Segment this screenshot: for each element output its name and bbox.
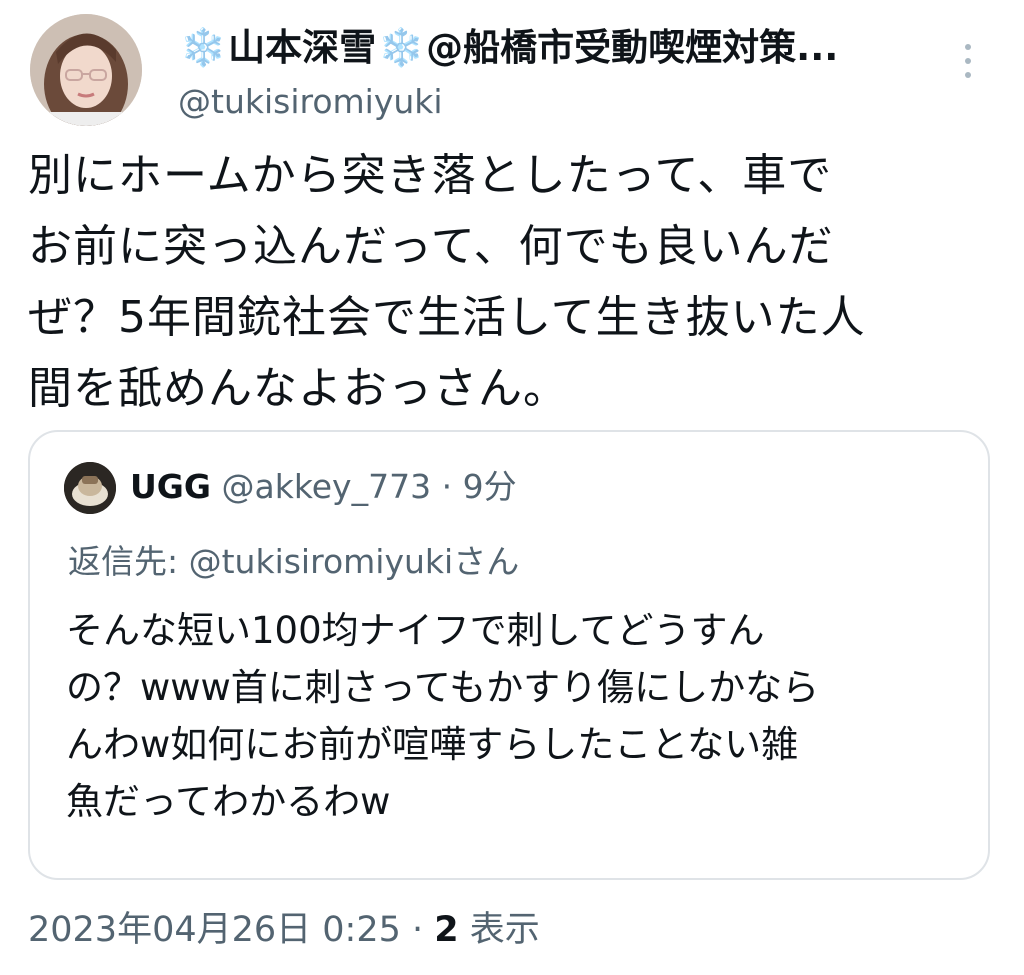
name-ellipsis: ... [796,26,839,69]
more-options-icon[interactable] [960,44,976,84]
reply-suffix: さん [453,542,520,581]
views-label: 表示 [469,910,540,950]
quoted-text: そんな短い100均ナイフで刺してどうすん の？www首に刺さってもかすり傷にしか… [66,609,820,823]
snowflake-icon: ❄️ [378,26,425,69]
separator-dot: · [441,467,453,506]
views-count[interactable]: 2 [434,910,458,950]
reply-prefix: 返信先: [68,542,189,581]
tweet-footer: 2023年04月26日 0:25 · 2 表示 [28,905,540,955]
timestamp[interactable]: 2023年04月26日 0:25 [28,910,401,950]
snowflake-icon: ❄️ [180,26,227,69]
author-name-suffix: @船橋市受動喫煙対策 [426,26,797,69]
author-name: 山本深雪 [228,26,377,69]
tweet-text: 別にホームから突き落としたって、車で お前に突っ込んだって、何でも良いんだ ぜ？… [28,150,866,414]
quoted-author-avatar [64,462,116,514]
quoted-header: UGG @akkey_773 · 9分 [130,460,517,514]
author-avatar[interactable] [30,14,142,126]
separator-dot: · [412,910,424,950]
tweet: ❄️ 山本深雪 ❄️ @船橋市受動喫煙対策 ... @tukisiromiyuk… [0,0,1024,975]
quoted-author-handle[interactable]: @akkey_773 [221,467,431,506]
quoted-author-name[interactable]: UGG [130,467,211,506]
author-display-name[interactable]: ❄️ 山本深雪 ❄️ @船橋市受動喫煙対策 ... [178,24,938,72]
reply-to-line: 返信先: @tukisiromiyukiさん [68,538,519,586]
quoted-time[interactable]: 9分 [463,467,517,506]
author-handle[interactable]: @tukisiromiyuki [178,80,443,124]
reply-handle[interactable]: @tukisiromiyuki [189,542,454,581]
quoted-tweet[interactable]: UGG @akkey_773 · 9分 返信先: @tukisiromiyuki… [28,430,990,880]
